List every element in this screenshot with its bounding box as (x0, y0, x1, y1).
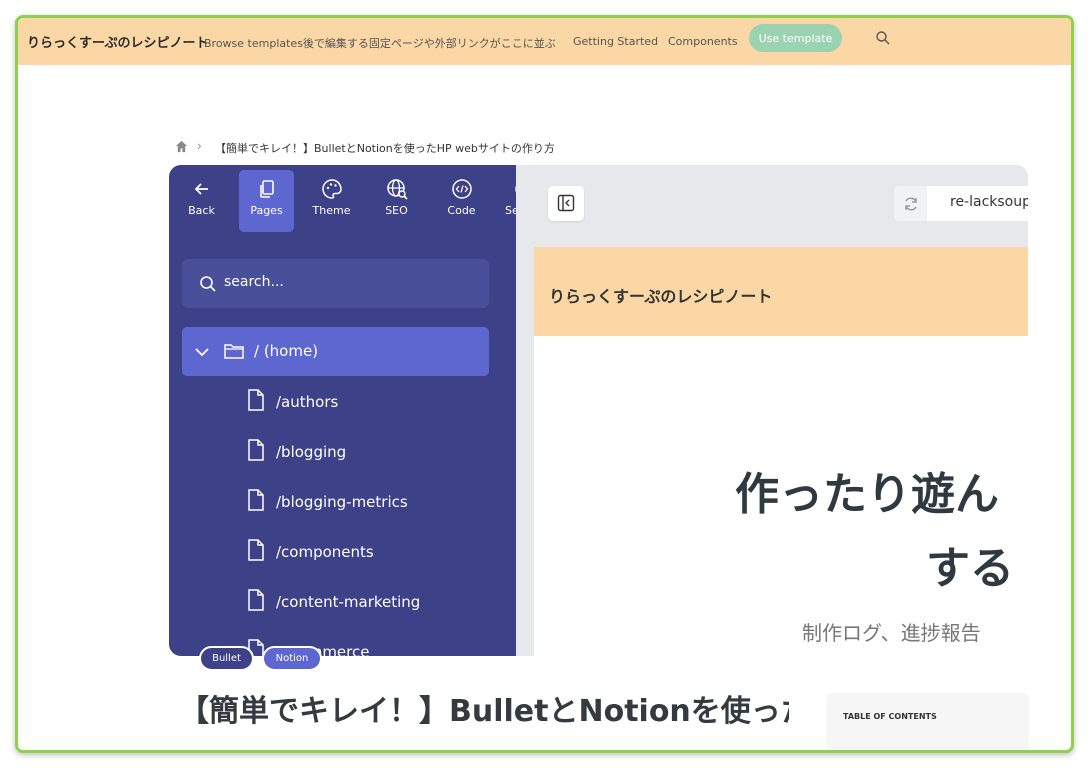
preview-pane: re-lacksoup りらっくすーぷのレシピノート 作ったり遊ん する 制作ロ… (534, 165, 1028, 656)
editor-sidebar: Back Pages Theme SEO Code S search... / … (169, 165, 516, 656)
toolbar-label: SEO (385, 204, 408, 217)
top-nav: りらっくすーぷのレシピノート Browse templates後で編集する固定ペ… (18, 18, 1071, 65)
page-tree-item-label: /blogging (276, 443, 347, 461)
browser-frame: りらっくすーぷのレシピノート Browse templates後で編集する固定ペ… (15, 15, 1074, 753)
refresh-button[interactable] (894, 186, 927, 221)
tag-notion[interactable]: Notion (262, 646, 322, 671)
preview-brand: りらっくすーぷのレシピノート (549, 287, 773, 306)
chevron-down-icon[interactable] (194, 344, 210, 360)
page-tree-item-label: /authors (276, 393, 339, 411)
toolbar-settings-button[interactable]: Se (499, 170, 516, 232)
sidebar-collapse-icon (557, 194, 575, 212)
preview-hero-line1: 作ったり遊ん (735, 469, 999, 520)
folder-icon (224, 344, 244, 359)
site-preview: りらっくすーぷのレシピノート 作ったり遊ん する 制作ログ、進捗報告 (534, 247, 1028, 656)
file-icon (248, 589, 264, 611)
url-text: re-lacksoup (950, 194, 1028, 210)
file-icon (248, 539, 264, 561)
chevron-right-icon: › (197, 139, 202, 153)
refresh-icon (905, 197, 917, 211)
article-title: 【簡単でキレイ！】BulletとNotionを使ったHP webサイトの作り方 (179, 694, 789, 729)
preview-header: りらっくすーぷのレシピノート (534, 247, 1028, 336)
sidebar-toggle-button[interactable] (548, 186, 584, 221)
page-tree-home[interactable]: / (home) (182, 327, 489, 376)
page-search-input[interactable]: search... (182, 259, 489, 308)
toolbar-back-button[interactable]: Back (174, 170, 229, 232)
search-icon (200, 276, 216, 292)
settings-icon (515, 185, 516, 193)
editor-screenshot: Back Pages Theme SEO Code S search... / … (169, 165, 1028, 656)
palette-icon (321, 179, 342, 199)
nav-link-getting-started[interactable]: Getting Started (573, 35, 658, 48)
toolbar-label: Code (447, 204, 476, 217)
search-icon[interactable] (875, 30, 891, 46)
page-tree-item-label: /blogging-metrics (276, 493, 408, 511)
page-tree-item-label: /components (276, 543, 374, 561)
code-icon (451, 179, 472, 199)
nav-link-browse[interactable]: Browse templates後で編集する固定ページや外部リンクがここに並ぶ (204, 35, 556, 51)
arrow-left-icon (194, 183, 208, 195)
use-template-button[interactable]: Use template (749, 24, 842, 52)
file-icon (248, 439, 264, 461)
toolbar-theme-button[interactable]: Theme (304, 170, 359, 232)
toolbar-code-button[interactable]: Code (434, 170, 489, 232)
site-brand[interactable]: りらっくすーぷのレシピノート (27, 32, 208, 51)
toolbar-label: Se (505, 204, 516, 217)
preview-hero-subtitle: 制作ログ、進捗報告 (802, 621, 981, 645)
preview-hero-line2: する (926, 543, 1014, 594)
toc-title: TABLE OF CONTENTS (843, 712, 937, 721)
table-of-contents: TABLE OF CONTENTS (826, 693, 1029, 750)
file-icon (248, 489, 264, 511)
breadcrumb-current: 【簡単でキレイ！】BulletとNotionを使ったHP webサイトの作り方 (215, 142, 555, 155)
toolbar-label: Pages (250, 204, 283, 217)
file-icon (248, 389, 264, 411)
toolbar-pages-button[interactable]: Pages (239, 170, 294, 232)
home-icon[interactable] (175, 140, 188, 153)
search-placeholder: search... (224, 274, 284, 290)
globe-search-icon (386, 179, 408, 200)
toolbar-label: Back (188, 204, 215, 217)
toolbar-seo-button[interactable]: SEO (369, 170, 424, 232)
page-tree-home-label: / (home) (254, 342, 319, 360)
tag-bullet[interactable]: Bullet (199, 646, 254, 671)
nav-link-components[interactable]: Components (668, 35, 738, 48)
page-tree-item-label: /content-marketing (276, 593, 421, 611)
toolbar-label: Theme (312, 204, 351, 217)
pages-icon (259, 180, 274, 198)
